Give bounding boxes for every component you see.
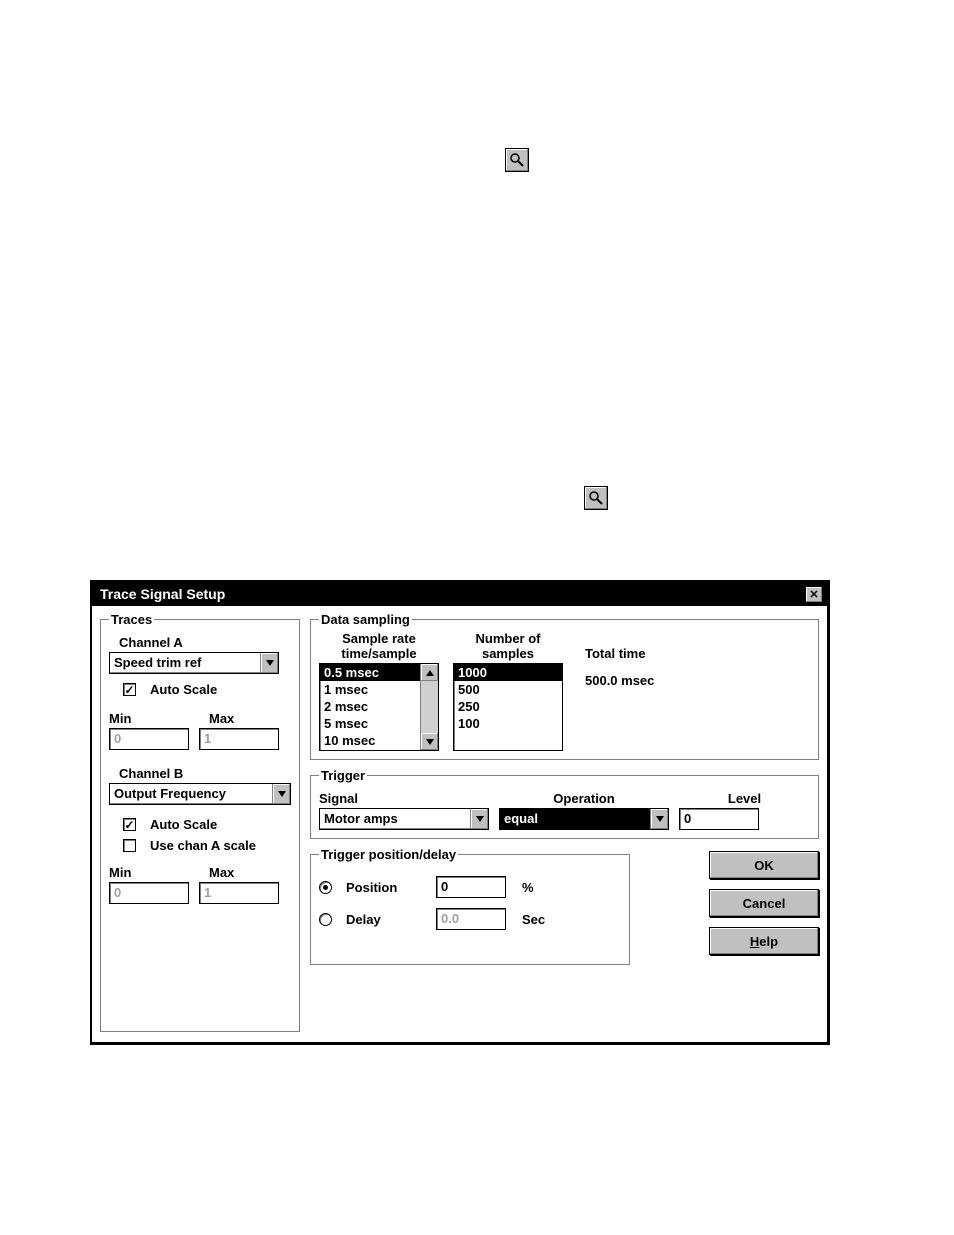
list-item[interactable]: 0.5 msec	[320, 664, 420, 681]
data-sampling-group: Data sampling Sample rate time/sample 0.…	[310, 612, 819, 760]
max-a-input[interactable]: 1	[199, 728, 279, 750]
trigger-signal-combo[interactable]: Motor amps	[319, 808, 489, 830]
auto-scale-a-label: Auto Scale	[150, 682, 217, 697]
trigger-operation-value: equal	[500, 809, 650, 829]
dropdown-icon	[260, 653, 278, 673]
total-time-value: 500.0 msec	[585, 663, 810, 688]
traces-legend: Traces	[109, 612, 154, 627]
scroll-down-icon[interactable]	[421, 733, 438, 750]
sample-rate-items: 0.5 msec 1 msec 2 msec 5 msec 10 msec	[320, 664, 420, 750]
dialog-title: Trace Signal Setup	[100, 586, 225, 602]
max-b-input[interactable]: 1	[199, 882, 279, 904]
use-chan-a-scale-label: Use chan A scale	[150, 838, 256, 853]
close-icon: ✕	[809, 588, 818, 601]
channel-b-combo[interactable]: Output Frequency	[109, 783, 291, 805]
trigger-level-label: Level	[679, 791, 810, 806]
min-a-label: Min	[109, 711, 199, 726]
position-unit: %	[522, 880, 534, 895]
max-a-label: Max	[209, 711, 234, 726]
num-samples-listbox[interactable]: 1000 500 250 100	[453, 663, 563, 751]
magnifier-icon	[588, 490, 604, 506]
list-item[interactable]: 2 msec	[320, 698, 420, 715]
min-a-input[interactable]: 0	[109, 728, 189, 750]
trigger-position-delay-group: Trigger position/delay Position 0 % Dela…	[310, 847, 630, 965]
traces-group: Traces Channel A Speed trim ref Auto Sca…	[100, 612, 300, 1032]
num-samples-header: Number of samples	[453, 631, 563, 661]
list-item[interactable]: 1 msec	[320, 681, 420, 698]
trigger-legend: Trigger	[319, 768, 367, 783]
cancel-button[interactable]: Cancel	[709, 889, 819, 917]
min-b-label: Min	[109, 865, 199, 880]
num-samples-items: 1000 500 250 100	[454, 664, 562, 750]
channel-b-label: Channel B	[119, 766, 291, 781]
list-item[interactable]: 100	[454, 715, 562, 732]
data-sampling-legend: Data sampling	[319, 612, 412, 627]
position-input[interactable]: 0	[436, 876, 506, 898]
use-chan-a-scale-checkbox[interactable]	[123, 839, 136, 852]
magnifier-tool-button-2[interactable]	[584, 486, 608, 510]
list-item[interactable]: 500	[454, 681, 562, 698]
auto-scale-a-checkbox[interactable]	[123, 683, 136, 696]
magnifier-tool-button-1[interactable]	[505, 148, 529, 172]
delay-radio-label: Delay	[346, 912, 426, 927]
position-radio-label: Position	[346, 880, 426, 895]
trigger-operation-combo[interactable]: equal	[499, 808, 669, 830]
list-item[interactable]: 10 msec	[320, 732, 420, 749]
trigger-signal-label: Signal	[319, 791, 489, 806]
channel-a-combo[interactable]: Speed trim ref	[109, 652, 279, 674]
position-radio[interactable]	[319, 881, 332, 894]
trigger-level-input[interactable]: 0	[679, 808, 759, 830]
delay-radio[interactable]	[319, 913, 332, 926]
ok-button[interactable]: OK	[709, 851, 819, 879]
delay-unit: Sec	[522, 912, 545, 927]
sample-rate-listbox[interactable]: 0.5 msec 1 msec 2 msec 5 msec 10 msec	[319, 663, 439, 751]
trace-signal-setup-dialog: Trace Signal Setup ✕ Traces Channel A Sp…	[90, 580, 830, 1045]
delay-input[interactable]: 0.0	[436, 908, 506, 930]
max-b-label: Max	[209, 865, 234, 880]
dropdown-icon	[650, 809, 668, 829]
channel-b-value: Output Frequency	[110, 784, 272, 804]
scroll-up-icon[interactable]	[421, 664, 438, 681]
trigger-group: Trigger Signal Operation Level Motor amp…	[310, 768, 819, 839]
close-button[interactable]: ✕	[805, 586, 823, 603]
help-button[interactable]: Help	[709, 927, 819, 955]
trigger-operation-label: Operation	[499, 791, 669, 806]
scroll-track[interactable]	[421, 681, 438, 733]
trigger-signal-value: Motor amps	[320, 809, 470, 829]
min-b-input[interactable]: 0	[109, 882, 189, 904]
dropdown-icon	[470, 809, 488, 829]
total-time-header: Total time	[585, 646, 810, 661]
titlebar: Trace Signal Setup ✕	[92, 582, 827, 606]
auto-scale-b-label: Auto Scale	[150, 817, 217, 832]
channel-a-value: Speed trim ref	[110, 653, 260, 673]
auto-scale-b-checkbox[interactable]	[123, 818, 136, 831]
magnifier-icon	[509, 152, 525, 168]
channel-a-label: Channel A	[119, 635, 291, 650]
list-item[interactable]: 5 msec	[320, 715, 420, 732]
list-item[interactable]: 1000	[454, 664, 562, 681]
dropdown-icon	[272, 784, 290, 804]
sample-rate-header: Sample rate time/sample	[319, 631, 439, 661]
scrollbar[interactable]	[420, 664, 438, 750]
trigger-posdelay-legend: Trigger position/delay	[319, 847, 458, 862]
list-item[interactable]: 250	[454, 698, 562, 715]
